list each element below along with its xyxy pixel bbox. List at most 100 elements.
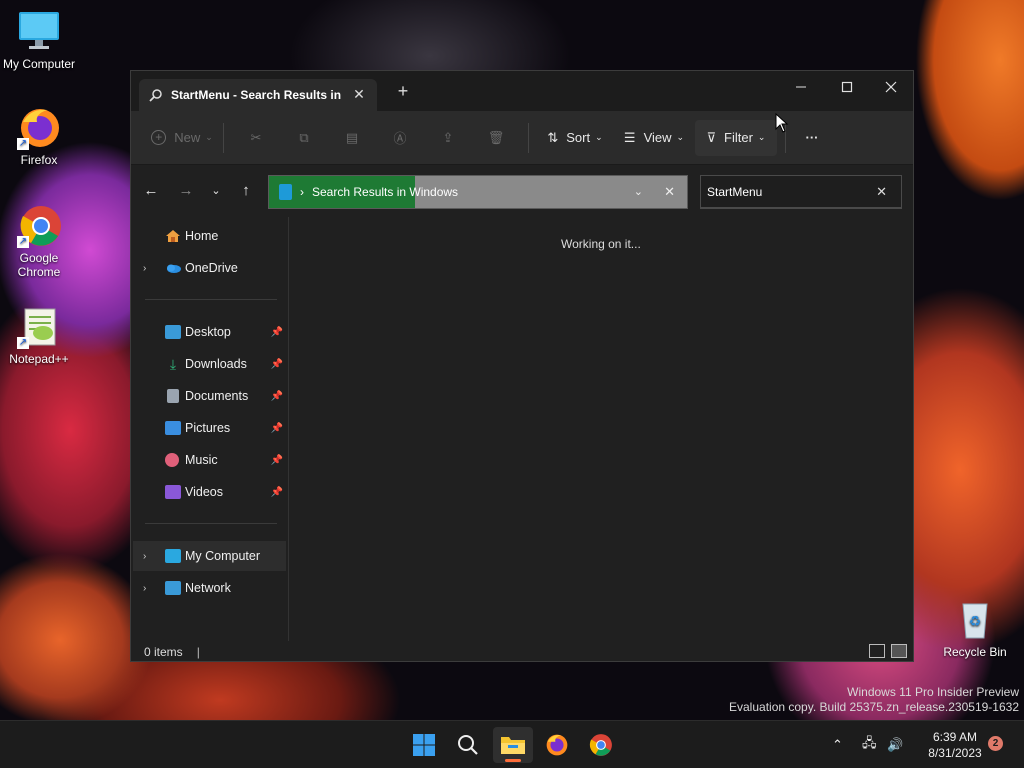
breadcrumb[interactable]: Search Results in Windows [312,185,458,199]
file-explorer-window: StartMenu - Search Results in ✕ + + New … [130,70,914,662]
file-explorer-taskbar-button[interactable] [493,727,533,763]
plus-circle-icon: + [151,130,167,145]
chrome-taskbar-button[interactable] [581,727,621,763]
clock[interactable]: 6:39 AM 8/31/2023 [915,729,995,761]
desktop-icon-recycle-bin[interactable]: ♻ Recycle Bin [936,598,1014,659]
pin-icon[interactable]: 📌 [271,455,283,466]
show-hidden-icons-button[interactable]: ⌃ [832,721,843,768]
status-bar: 0 items | [131,641,913,663]
minimize-button[interactable] [778,71,824,103]
copy-icon: ⧉ [299,129,309,145]
sort-button[interactable]: ⇅ Sort ⌄ [537,120,613,156]
recent-locations-button[interactable]: ⌄ [204,179,228,203]
cut-button[interactable]: ✂ [232,120,280,156]
rename-button[interactable]: Ⓐ [376,120,424,156]
chrome-icon [589,734,612,756]
shortcut-arrow-icon: ↗ [17,236,29,248]
chevron-right-icon[interactable]: › [143,263,146,274]
nav-item-my-computer[interactable]: › My Computer [133,541,286,571]
maximize-button[interactable] [824,71,870,103]
close-window-button[interactable] [868,71,914,103]
search-input[interactable] [707,184,867,199]
pin-icon[interactable]: 📌 [271,391,283,402]
os-watermark: Windows 11 Pro Insider Preview Evaluatio… [729,685,1019,715]
nav-item-network[interactable]: › Network [133,573,286,603]
share-button[interactable]: ⇪ [424,120,472,156]
chevron-right-icon[interactable]: › [143,583,146,594]
paste-button[interactable]: ▤ [328,120,376,156]
document-icon [167,389,179,403]
network-status-button[interactable]: 🖧 [862,721,877,768]
more-options-button[interactable]: ··· [794,120,830,156]
toolbar-divider [528,122,529,153]
new-button[interactable]: + New ⌄ [149,120,215,156]
time: 6:39 AM [932,730,978,744]
nav-label: Downloads [185,357,247,371]
copy-button[interactable]: ⧉ [280,120,328,156]
breadcrumb-chevron-icon: › [300,185,304,199]
search-icon [149,89,162,102]
nav-item-pictures[interactable]: Pictures 📌 [133,413,286,443]
stop-search-icon[interactable]: ✕ [664,184,675,200]
chevron-right-icon[interactable]: › [143,551,146,562]
desktop-icon-notepadpp[interactable]: ↗ Notepad++ [0,305,78,366]
nav-label: Network [185,581,231,595]
firefox-taskbar-button[interactable] [537,727,577,763]
notification-badge[interactable]: 2 [988,736,1003,751]
tab-title: StartMenu - Search Results in [171,88,341,102]
nav-item-videos[interactable]: Videos 📌 [133,477,286,507]
music-icon [165,453,179,467]
file-list-area[interactable]: Working on it... [291,217,913,641]
up-button[interactable]: ↑ [234,179,258,203]
delete-button[interactable]: 🗑 [472,120,520,156]
nav-item-home[interactable]: Home [133,221,286,251]
pin-icon[interactable]: 📌 [271,423,283,434]
notepadpp-icon: ↗ [17,305,61,349]
filter-button[interactable]: ⊽ Filter ⌄ [695,119,777,156]
nav-item-desktop[interactable]: Desktop 📌 [133,317,286,347]
address-history-icon[interactable]: ⌄ [634,185,643,198]
volume-button[interactable]: 🔊 [887,721,903,768]
desktop-icon-chrome[interactable]: ↗ Google Chrome [0,204,78,279]
back-button[interactable]: ← [139,179,163,203]
desktop-icon-my-computer[interactable]: My Computer [0,10,78,71]
close-tab-icon[interactable]: ✕ [351,86,367,103]
clear-search-icon[interactable]: ✕ [876,184,887,200]
chevron-down-icon: ⌄ [211,185,221,197]
title-bar[interactable]: StartMenu - Search Results in ✕ + [131,71,913,111]
tab-search-results[interactable]: StartMenu - Search Results in ✕ [139,79,377,111]
chevron-up-icon: ⌃ [832,737,843,752]
nav-item-downloads[interactable]: ⤓ Downloads 📌 [133,349,286,379]
nav-label: Desktop [185,325,231,339]
close-icon [885,81,897,93]
pin-icon[interactable]: 📌 [271,359,283,370]
forward-button[interactable]: → [174,179,198,203]
pin-icon[interactable]: 📌 [271,327,283,338]
desktop-icon-firefox[interactable]: ↗ Firefox [0,106,78,167]
trash-icon: 🗑 [487,129,505,145]
pin-icon[interactable]: 📌 [271,487,283,498]
nav-item-music[interactable]: Music 📌 [133,445,286,475]
scissors-icon: ✂ [250,129,262,145]
view-label: View [643,130,672,145]
search-taskbar-button[interactable] [448,727,488,763]
search-box[interactable]: ✕ [700,175,902,209]
chevron-down-icon: ⌄ [757,132,766,142]
view-button[interactable]: ☰ View ⌄ [613,120,695,156]
cloud-icon [167,264,181,273]
home-icon [166,230,180,242]
address-bar[interactable]: › Search Results in Windows ⌄ ✕ [268,175,688,209]
firefox-icon [546,734,568,756]
taskbar: ⌃ 🖧 🔊 6:39 AM 8/31/2023 [0,720,1024,768]
nav-item-onedrive[interactable]: › OneDrive [133,253,286,283]
download-icon: ⤓ [169,356,177,372]
tiles-view-button[interactable] [891,644,907,658]
details-view-button[interactable] [869,644,885,658]
share-icon: ⇪ [442,129,454,145]
nav-item-documents[interactable]: Documents 📌 [133,381,286,411]
start-button[interactable] [404,727,444,763]
chevron-down-icon: ⌄ [676,132,685,142]
new-tab-button[interactable]: + [393,81,413,102]
maximize-icon [841,81,853,93]
nav-divider [145,299,277,300]
